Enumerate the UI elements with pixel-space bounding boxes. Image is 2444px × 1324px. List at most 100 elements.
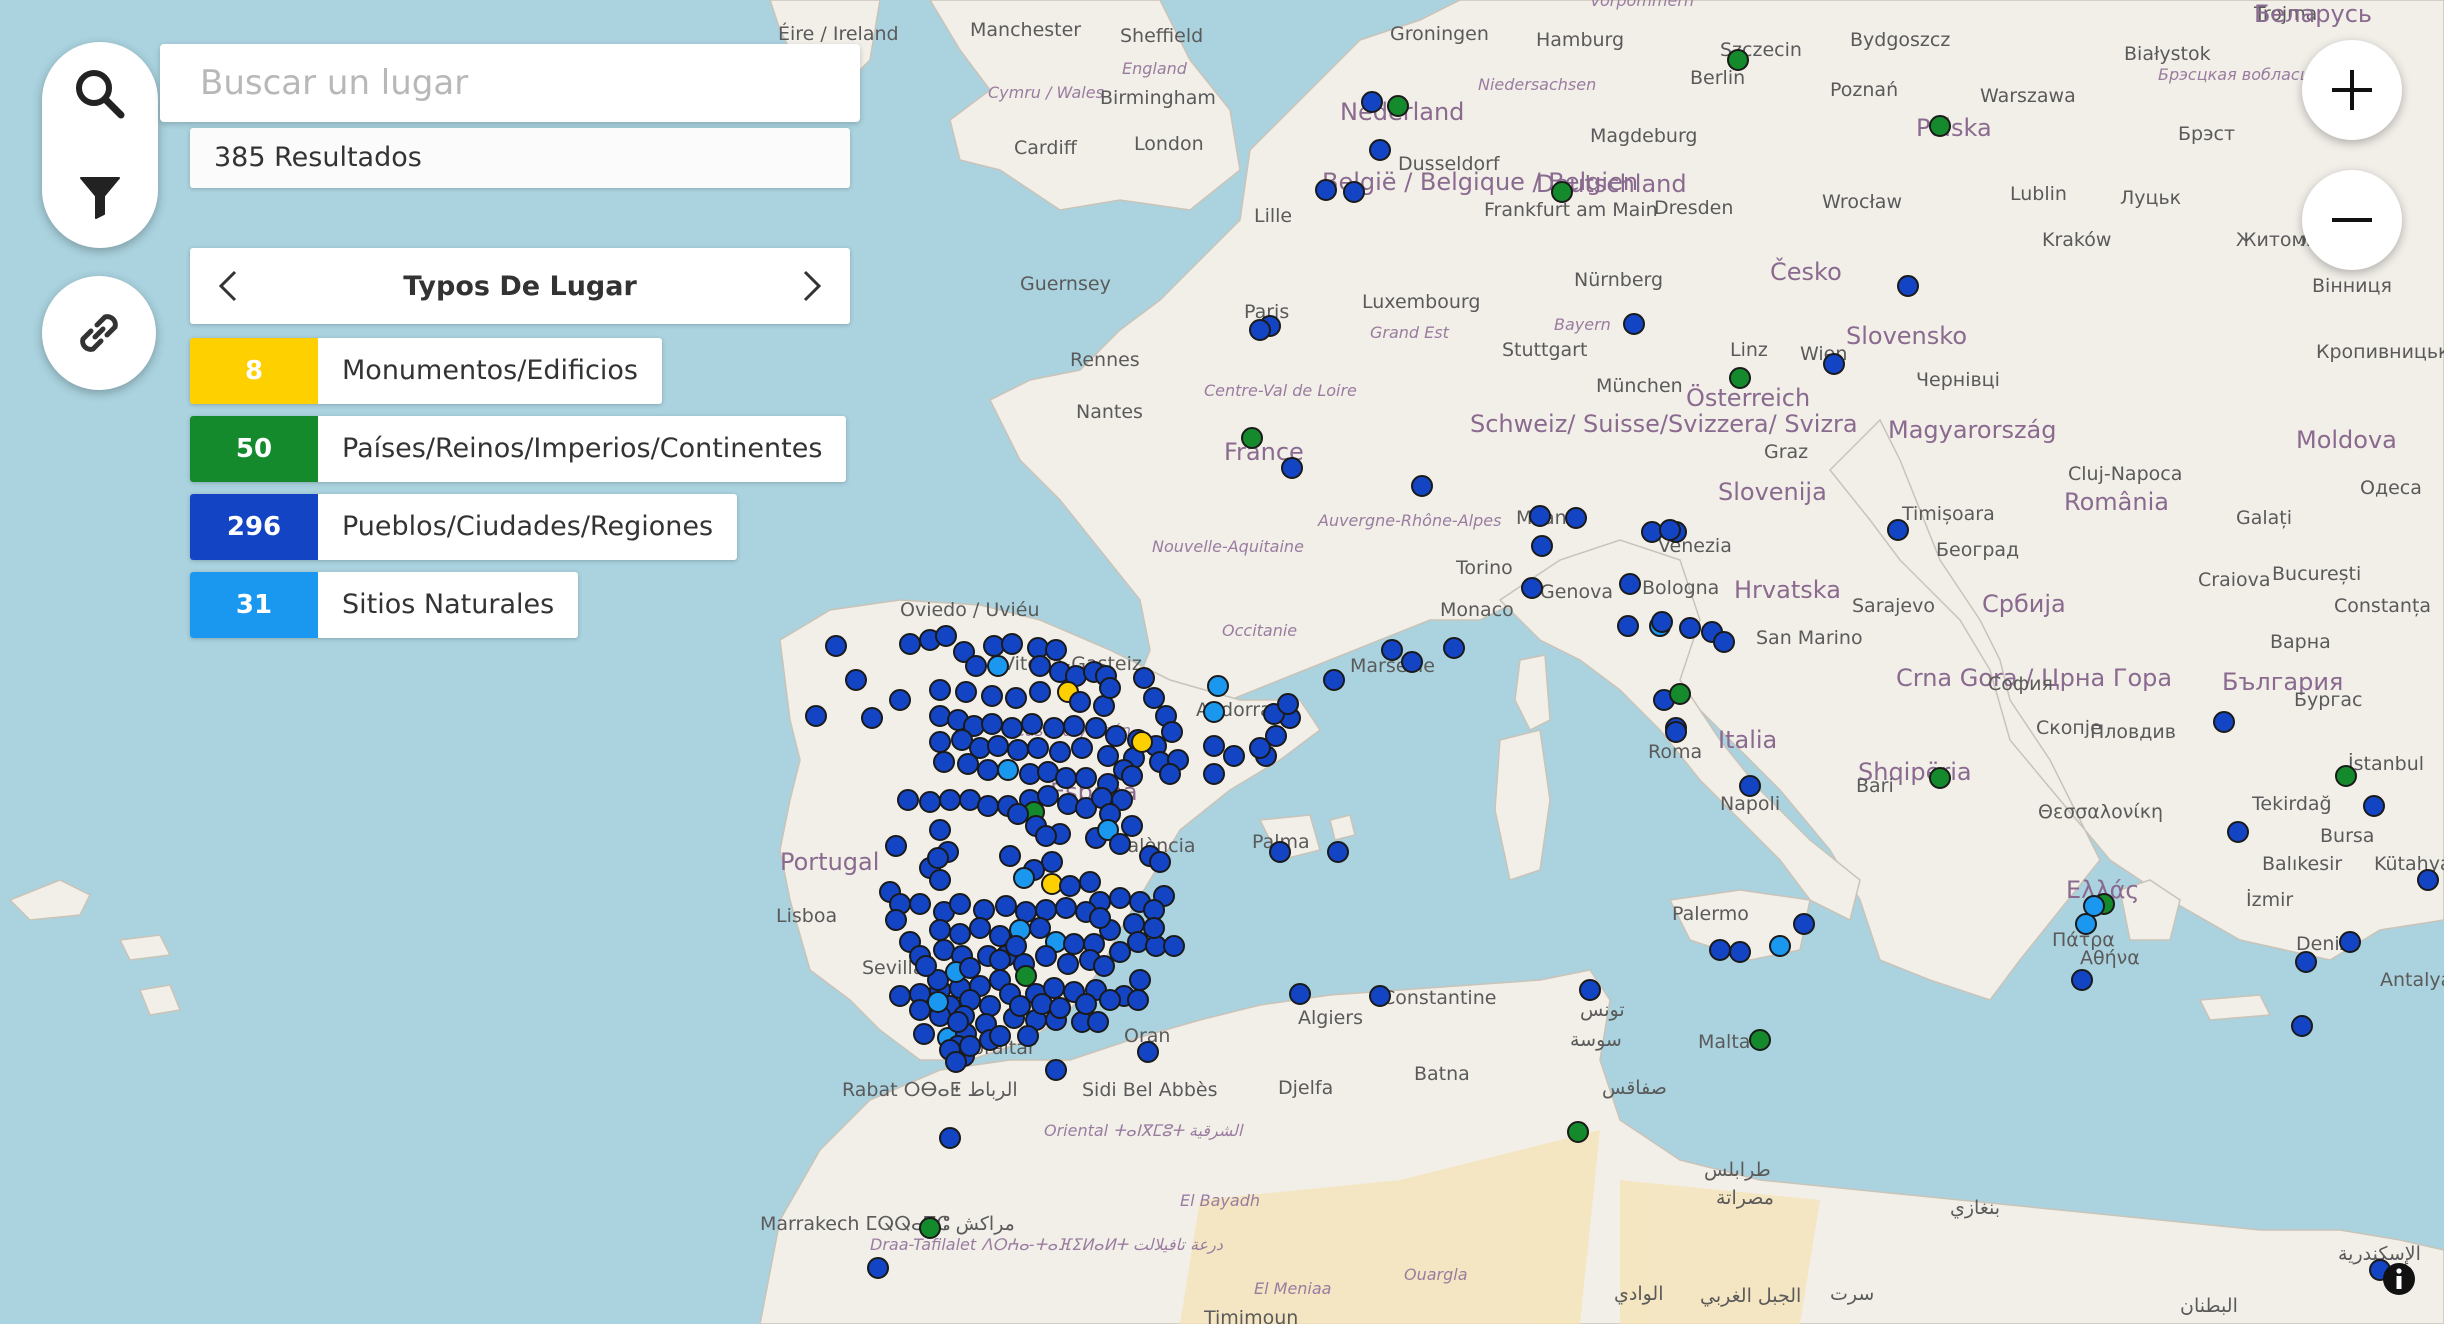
- town-marker[interactable]: [1017, 1025, 1039, 1047]
- town-marker[interactable]: [867, 1257, 889, 1279]
- town-marker[interactable]: [1079, 871, 1101, 893]
- town-marker[interactable]: [1249, 319, 1271, 341]
- town-marker[interactable]: [861, 707, 883, 729]
- town-marker[interactable]: [949, 923, 971, 945]
- town-marker[interactable]: [951, 729, 973, 751]
- town-marker[interactable]: [1203, 763, 1225, 785]
- town-marker[interactable]: [1055, 767, 1077, 789]
- town-marker[interactable]: [1029, 655, 1051, 677]
- town-marker[interactable]: [959, 957, 981, 979]
- country-marker[interactable]: [1929, 767, 1951, 789]
- town-marker[interactable]: [1729, 941, 1751, 963]
- town-marker[interactable]: [1323, 669, 1345, 691]
- town-marker[interactable]: [1679, 617, 1701, 639]
- town-marker[interactable]: [1035, 825, 1057, 847]
- town-marker[interactable]: [1001, 717, 1023, 739]
- info-icon[interactable]: [2382, 1262, 2416, 1296]
- town-marker[interactable]: [1343, 181, 1365, 203]
- town-marker[interactable]: [1361, 91, 1383, 113]
- town-marker[interactable]: [933, 751, 955, 773]
- natural-site-marker[interactable]: [997, 759, 1019, 781]
- town-marker[interactable]: [1063, 933, 1085, 955]
- town-marker[interactable]: [947, 1011, 969, 1033]
- country-marker[interactable]: [1387, 95, 1409, 117]
- town-marker[interactable]: [1793, 913, 1815, 935]
- town-marker[interactable]: [1045, 1059, 1067, 1081]
- town-marker[interactable]: [1041, 851, 1063, 873]
- country-marker[interactable]: [2335, 765, 2357, 787]
- town-marker[interactable]: [987, 735, 1009, 757]
- town-marker[interactable]: [1063, 715, 1085, 737]
- country-marker[interactable]: [1567, 1121, 1589, 1143]
- town-marker[interactable]: [979, 995, 1001, 1017]
- town-marker[interactable]: [1087, 1011, 1109, 1033]
- town-marker[interactable]: [889, 985, 911, 1007]
- town-marker[interactable]: [1043, 717, 1065, 739]
- town-marker[interactable]: [929, 705, 951, 727]
- country-marker[interactable]: [1551, 181, 1573, 203]
- town-marker[interactable]: [999, 845, 1021, 867]
- legend-item-countries[interactable]: 50 Países/Reinos/Imperios/Continentes: [190, 416, 847, 482]
- town-marker[interactable]: [1443, 637, 1465, 659]
- town-marker[interactable]: [1565, 507, 1587, 529]
- natural-site-marker[interactable]: [1769, 935, 1791, 957]
- town-marker[interactable]: [2295, 951, 2317, 973]
- town-marker[interactable]: [929, 819, 951, 841]
- town-marker[interactable]: [1381, 639, 1403, 661]
- prev-type-button[interactable]: [208, 266, 248, 306]
- town-marker[interactable]: [1093, 955, 1115, 977]
- town-marker[interactable]: [919, 791, 941, 813]
- country-marker[interactable]: [1727, 49, 1749, 71]
- town-marker[interactable]: [909, 893, 931, 915]
- country-marker[interactable]: [1929, 115, 1951, 137]
- town-marker[interactable]: [2339, 931, 2361, 953]
- town-marker[interactable]: [1099, 677, 1121, 699]
- town-marker[interactable]: [1739, 775, 1761, 797]
- town-marker[interactable]: [1641, 521, 1663, 543]
- town-marker[interactable]: [1531, 535, 1553, 557]
- town-marker[interactable]: [989, 949, 1011, 971]
- town-marker[interactable]: [1249, 737, 1271, 759]
- town-marker[interactable]: [977, 759, 999, 781]
- town-marker[interactable]: [995, 895, 1017, 917]
- town-marker[interactable]: [899, 633, 921, 655]
- town-marker[interactable]: [1665, 721, 1687, 743]
- town-marker[interactable]: [1411, 475, 1433, 497]
- town-marker[interactable]: [989, 1025, 1011, 1047]
- town-marker[interactable]: [1075, 993, 1097, 1015]
- filter-button[interactable]: [42, 145, 158, 248]
- town-marker[interactable]: [1369, 985, 1391, 1007]
- town-marker[interactable]: [1097, 745, 1119, 767]
- town-marker[interactable]: [1049, 997, 1071, 1019]
- town-marker[interactable]: [1109, 887, 1131, 909]
- zoom-out-button[interactable]: [2302, 170, 2402, 270]
- natural-site-marker[interactable]: [2075, 913, 2097, 935]
- town-marker[interactable]: [1651, 611, 1673, 633]
- natural-site-marker[interactable]: [2083, 895, 2105, 917]
- town-marker[interactable]: [1143, 917, 1165, 939]
- town-marker[interactable]: [1089, 907, 1111, 929]
- town-marker[interactable]: [983, 635, 1005, 657]
- town-marker[interactable]: [939, 789, 961, 811]
- town-marker[interactable]: [1149, 851, 1171, 873]
- legend-item-natural-sites[interactable]: 31 Sitios Naturales: [190, 572, 579, 638]
- town-marker[interactable]: [1129, 969, 1151, 991]
- country-marker[interactable]: [919, 1217, 941, 1239]
- natural-site-marker[interactable]: [1013, 867, 1035, 889]
- town-marker[interactable]: [913, 1023, 935, 1045]
- town-marker[interactable]: [2227, 821, 2249, 843]
- town-marker[interactable]: [2213, 711, 2235, 733]
- town-marker[interactable]: [1121, 765, 1143, 787]
- town-marker[interactable]: [1075, 767, 1097, 789]
- town-marker[interactable]: [1315, 179, 1337, 201]
- town-marker[interactable]: [977, 795, 999, 817]
- town-marker[interactable]: [1027, 737, 1049, 759]
- natural-site-marker[interactable]: [927, 991, 949, 1013]
- monument-marker[interactable]: [1041, 873, 1063, 895]
- legend-item-towns[interactable]: 296 Pueblos/Ciudades/Regiones: [190, 494, 738, 560]
- town-marker[interactable]: [1005, 935, 1027, 957]
- town-marker[interactable]: [1133, 667, 1155, 689]
- town-marker[interactable]: [1289, 983, 1311, 1005]
- town-marker[interactable]: [1029, 917, 1051, 939]
- town-marker[interactable]: [1579, 979, 1601, 1001]
